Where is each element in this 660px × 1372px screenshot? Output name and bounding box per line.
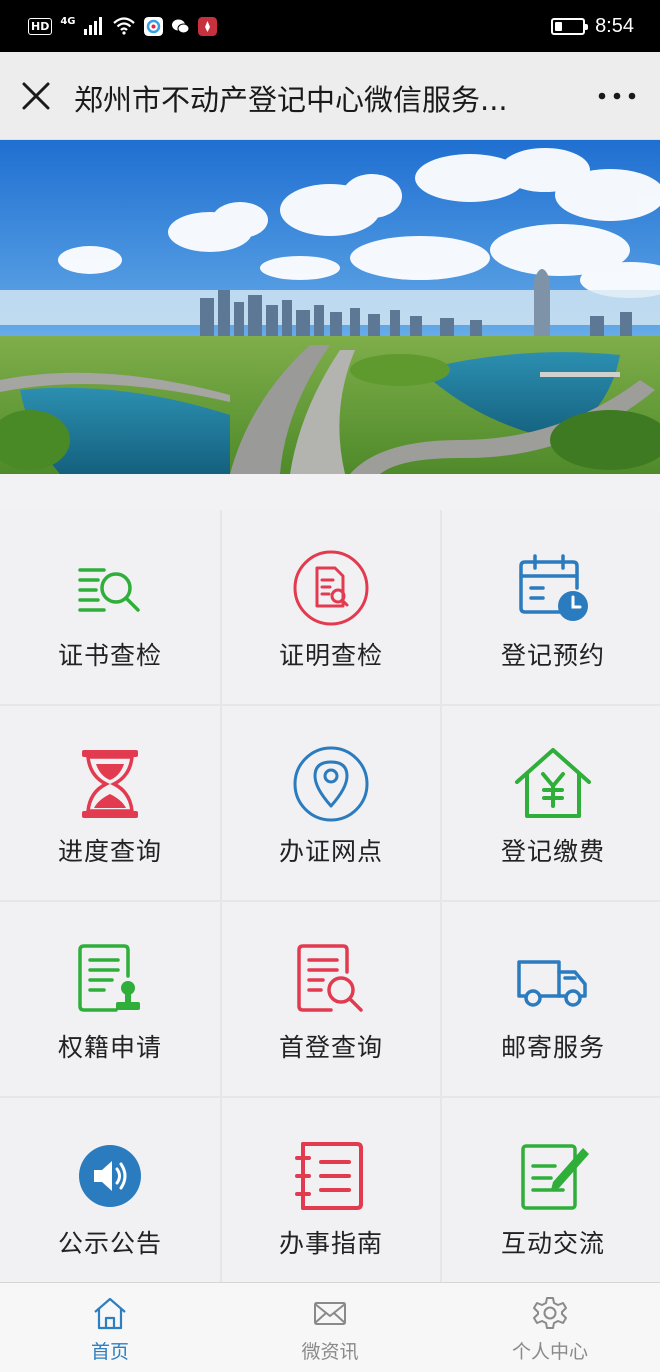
service-outlets[interactable]: 办证网点 xyxy=(222,706,440,900)
bottom-nav: 首页 微资讯 个人中心 xyxy=(0,1282,660,1372)
service-interaction[interactable]: 互动交流 xyxy=(442,1098,660,1288)
nav-home[interactable]: 首页 xyxy=(0,1283,220,1372)
status-bar: HD 4G 8:54 xyxy=(0,0,660,52)
mail-icon xyxy=(314,1302,346,1325)
service-label: 登记预约 xyxy=(500,641,605,670)
service-progress-query[interactable]: 进度查询 xyxy=(0,706,220,900)
battery-icon xyxy=(551,17,589,35)
service-label: 办证网点 xyxy=(278,837,383,866)
service-first-registration-query[interactable]: 首登查询 xyxy=(222,902,440,1096)
nav-profile[interactable]: 个人中心 xyxy=(440,1283,660,1372)
speaker-icon xyxy=(79,1145,141,1207)
document-stamp-icon xyxy=(78,944,140,1012)
service-guide[interactable]: 办事指南 xyxy=(222,1098,440,1288)
home-icon xyxy=(94,1297,126,1330)
house-yen-icon xyxy=(515,748,591,818)
calendar-clock-icon xyxy=(519,554,588,621)
nav-label: 首页 xyxy=(90,1341,129,1363)
service-label: 办事指南 xyxy=(278,1229,383,1258)
service-grid: 证书查检 证明查检 登记预约 进度查询 办证网点 登记缴费 权籍申请 首登查询 … xyxy=(0,510,660,1288)
hourglass-icon xyxy=(82,750,138,818)
page-title: 郑州市不动产登记中心微信服务... xyxy=(74,83,508,117)
delivery-truck-icon xyxy=(517,960,587,1007)
service-label: 证书查检 xyxy=(57,641,162,670)
document-search-icon xyxy=(293,550,369,626)
service-label: 登记缴费 xyxy=(500,837,605,866)
service-label: 首登查询 xyxy=(278,1033,383,1062)
nav-news[interactable]: 微资讯 xyxy=(220,1283,440,1372)
service-certificate-check[interactable]: 证书查检 xyxy=(0,510,220,704)
service-proof-check[interactable]: 证明查检 xyxy=(222,510,440,704)
wifi-icon xyxy=(112,17,135,35)
wechat-icon xyxy=(171,19,190,33)
service-label: 证明查检 xyxy=(278,641,383,670)
huawei-app-icon xyxy=(197,16,217,36)
location-pin-icon xyxy=(293,746,369,822)
city-banner-image xyxy=(0,140,660,474)
service-label: 进度查询 xyxy=(57,837,162,866)
service-registration-payment[interactable]: 登记缴费 xyxy=(442,706,660,900)
service-label: 公示公告 xyxy=(57,1229,162,1258)
network-type: 4G xyxy=(60,15,76,27)
service-registration-appointment[interactable]: 登记预约 xyxy=(442,510,660,704)
more-dots-icon[interactable] xyxy=(594,84,640,108)
notebook-list-icon xyxy=(295,1142,363,1210)
status-left: HD 4G xyxy=(28,14,217,38)
nav-label: 微资讯 xyxy=(301,1341,359,1363)
service-mail-delivery[interactable]: 邮寄服务 xyxy=(442,902,660,1096)
note-pen-icon xyxy=(521,1144,589,1210)
gear-icon xyxy=(533,1297,567,1329)
service-label: 互动交流 xyxy=(500,1229,605,1258)
certificate-search-icon xyxy=(78,568,140,612)
nav-label: 个人中心 xyxy=(511,1341,588,1363)
service-label: 邮寄服务 xyxy=(500,1033,605,1062)
title-bar: 郑州市不动产登记中心微信服务... xyxy=(0,52,660,140)
app-notification-icon xyxy=(143,16,163,36)
close-icon[interactable] xyxy=(18,78,54,114)
signal-icon xyxy=(83,17,102,35)
service-title-application[interactable]: 权籍申请 xyxy=(0,902,220,1096)
service-public-notice[interactable]: 公示公告 xyxy=(0,1098,220,1288)
service-label: 权籍申请 xyxy=(57,1033,162,1062)
status-right: 8:54 xyxy=(551,12,634,40)
clock: 8:54 xyxy=(595,14,634,37)
hd-badge: HD xyxy=(28,17,53,35)
record-search-icon xyxy=(297,944,363,1012)
